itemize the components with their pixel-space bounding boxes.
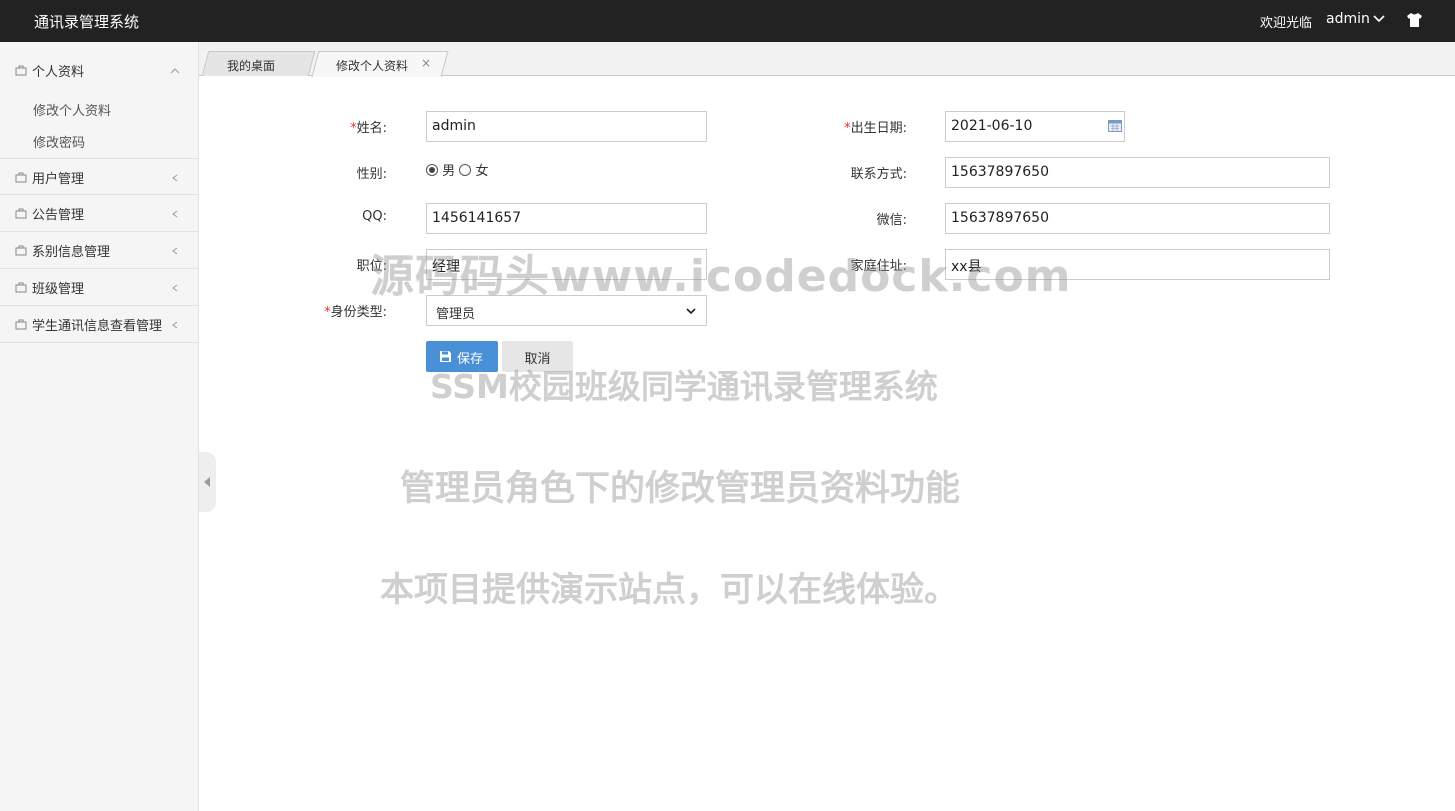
sidebar-item-class-management[interactable]: 班级管理 bbox=[0, 269, 198, 306]
top-bar: 通讯录管理系统 欢迎光临 admin bbox=[0, 0, 1455, 42]
gender-male-radio[interactable] bbox=[426, 164, 438, 176]
chevron-left-icon bbox=[172, 247, 178, 255]
bag-icon bbox=[15, 319, 27, 330]
chevron-down-icon[interactable] bbox=[1372, 12, 1386, 26]
bag-icon bbox=[15, 172, 27, 183]
name-label: *姓名: bbox=[350, 121, 387, 136]
sidebar-item-department-management[interactable]: 系别信息管理 bbox=[0, 232, 198, 269]
user-menu-button[interactable]: admin bbox=[1326, 11, 1370, 27]
identity-label: *身份类型: bbox=[324, 305, 387, 320]
chevron-up-icon bbox=[170, 68, 180, 74]
watermark-site: 源码码头www.icodedock.com bbox=[370, 251, 1072, 302]
sidebar-collapse-toggle[interactable] bbox=[199, 452, 216, 512]
chevron-down-icon bbox=[686, 308, 696, 315]
wechat-input[interactable]: 15637897650 bbox=[945, 203, 1330, 234]
watermark-demo-note: 本项目提供演示站点，可以在线体验。 bbox=[380, 570, 958, 610]
skin-theme-icon[interactable] bbox=[1406, 12, 1423, 28]
chevron-left-icon bbox=[172, 321, 178, 329]
wechat-label: 微信: bbox=[876, 213, 907, 228]
tab-edit-profile[interactable]: 修改个人资料 bbox=[336, 57, 408, 74]
chevron-left-icon bbox=[172, 174, 178, 182]
qq-label: QQ: bbox=[362, 209, 387, 224]
bag-icon bbox=[15, 245, 27, 256]
bag-icon bbox=[15, 65, 27, 76]
sidebar-item-label: 班级管理 bbox=[32, 282, 85, 297]
tab-bar: 我的桌面 修改个人资料 × bbox=[199, 42, 1455, 77]
bag-icon bbox=[15, 208, 27, 219]
birth-label: *出生日期: bbox=[844, 121, 907, 136]
watermark-project-title: SSM校园班级同学通讯录管理系统 bbox=[430, 367, 938, 406]
sidebar-item-label: 公告管理 bbox=[32, 208, 85, 223]
watermark-feature: 管理员角色下的修改管理员资料功能 bbox=[400, 469, 961, 509]
app-title: 通讯录管理系统 bbox=[34, 13, 140, 31]
gender-radio-group: 男 女 bbox=[426, 160, 488, 179]
gender-label: 性别: bbox=[356, 167, 387, 182]
welcome-text: 欢迎光临 bbox=[1260, 16, 1313, 31]
sidebar-item-notice-management[interactable]: 公告管理 bbox=[0, 195, 198, 232]
caret-left-icon bbox=[204, 477, 210, 487]
tab-close-icon[interactable]: × bbox=[421, 56, 431, 70]
phone-input[interactable]: 15637897650 bbox=[945, 157, 1330, 188]
gender-male-label: 男 bbox=[442, 164, 456, 179]
sidebar-item-student-contact-management[interactable]: 学生通讯信息查看管理 bbox=[0, 306, 198, 343]
sidebar-item-label: 个人资料 bbox=[32, 65, 85, 80]
chevron-left-icon bbox=[172, 284, 178, 292]
sidebar-item-user-management[interactable]: 用户管理 bbox=[0, 158, 198, 195]
sidebar-item-profile[interactable]: 个人资料 bbox=[0, 52, 198, 89]
name-input[interactable]: admin bbox=[426, 111, 707, 142]
sidebar-item-label: 系别信息管理 bbox=[32, 245, 111, 260]
sidebar-item-label: 用户管理 bbox=[32, 172, 85, 187]
sidebar: 个人资料 修改个人资料 修改密码 用户管理 公告管理 系别信息管理 班级管理 学… bbox=[0, 42, 199, 811]
sidebar-item-label: 学生通讯信息查看管理 bbox=[32, 319, 163, 334]
phone-label: 联系方式: bbox=[850, 167, 907, 182]
bag-icon bbox=[15, 282, 27, 293]
calendar-icon[interactable] bbox=[1108, 119, 1122, 132]
gender-female-radio[interactable] bbox=[459, 164, 472, 176]
sidebar-subitem-edit-profile[interactable]: 修改个人资料 bbox=[33, 100, 111, 119]
position-label: 职位: bbox=[356, 259, 387, 274]
gender-female-label: 女 bbox=[475, 164, 489, 179]
birth-date-input[interactable]: 2021-06-10 bbox=[945, 111, 1125, 142]
qq-input[interactable]: 1456141657 bbox=[426, 203, 707, 234]
sidebar-subitem-change-password[interactable]: 修改密码 bbox=[33, 132, 85, 151]
chevron-left-icon bbox=[172, 210, 178, 218]
tab-desktop[interactable]: 我的桌面 bbox=[227, 57, 275, 74]
identity-select-value: 管理员 bbox=[436, 307, 476, 322]
